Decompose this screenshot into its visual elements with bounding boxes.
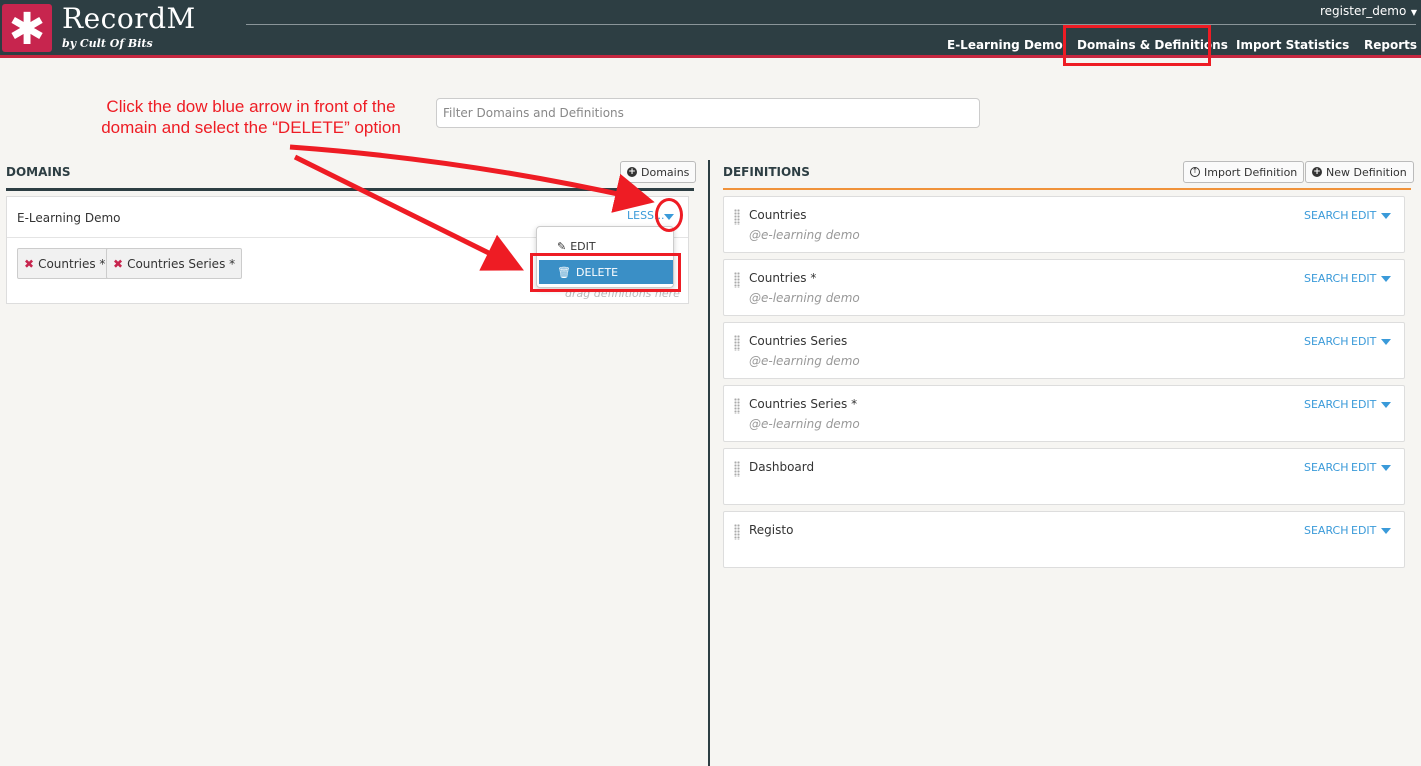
panel-divider	[708, 160, 710, 766]
drag-handle-icon[interactable]	[734, 398, 740, 414]
menu-item-edit[interactable]: ✎ EDIT	[557, 240, 596, 253]
annotation-text: Click the dow blue arrow in front of the…	[101, 97, 401, 137]
filter-input[interactable]	[436, 98, 980, 128]
remove-x-icon[interactable]: ✖	[24, 257, 34, 271]
user-menu[interactable]: register_demo ▼	[1320, 4, 1417, 18]
plus-circle-icon: +	[627, 167, 637, 177]
domain-tag[interactable]: ✖ Countries Series *	[106, 248, 243, 279]
app-tagline: by Cult Of Bits	[62, 37, 153, 50]
definition-search-link[interactable]: SEARCH	[1304, 209, 1349, 222]
domains-rule	[6, 188, 694, 191]
remove-x-icon[interactable]: ✖	[113, 257, 123, 271]
new-definition-label: New Definition	[1326, 165, 1407, 179]
definition-card: Countries @e-learning demo SEARCH EDIT	[723, 196, 1405, 253]
nav-e-learning-demo[interactable]: E-Learning Demo	[947, 38, 1063, 52]
definition-card: Registo SEARCH EDIT	[723, 511, 1405, 568]
import-icon: ↑	[1190, 167, 1200, 177]
drag-handle-icon[interactable]	[734, 272, 740, 288]
definition-edit-link[interactable]: EDIT	[1351, 272, 1376, 285]
domain-tag-label: Countries *	[38, 256, 106, 271]
user-name: register_demo	[1319, 4, 1407, 18]
definition-card: Countries Series @e-learning demo SEARCH…	[723, 322, 1405, 379]
definition-domain: @e-learning demo	[749, 291, 860, 305]
drag-handle-icon[interactable]	[734, 524, 740, 540]
definition-name[interactable]: Countries	[749, 208, 807, 222]
definition-domain: @e-learning demo	[749, 228, 860, 242]
definition-edit-link[interactable]: EDIT	[1351, 398, 1376, 411]
add-domain-label: Domains	[641, 165, 690, 179]
definition-edit-link[interactable]: EDIT	[1351, 209, 1376, 222]
drag-handle-icon[interactable]	[734, 209, 740, 225]
definition-search-link[interactable]: SEARCH	[1304, 272, 1349, 285]
chevron-down-icon[interactable]	[1381, 528, 1391, 534]
plus-circle-icon: +	[1312, 167, 1322, 177]
definition-card: Countries Series * @e-learning demo SEAR…	[723, 385, 1405, 442]
definition-name[interactable]: Countries *	[749, 271, 816, 285]
definition-name[interactable]: Countries Series	[749, 334, 847, 348]
definition-edit-link[interactable]: EDIT	[1351, 335, 1376, 348]
import-definition-label: Import Definition	[1204, 165, 1298, 179]
definition-name[interactable]: Dashboard	[749, 460, 814, 474]
definition-domain: @e-learning demo	[749, 417, 860, 431]
chevron-down-icon[interactable]	[1381, 465, 1391, 471]
app-brand[interactable]: RecordM	[62, 2, 196, 35]
definition-card: Countries * @e-learning demo SEARCH EDIT	[723, 259, 1405, 316]
definition-edit-link[interactable]: EDIT	[1351, 524, 1376, 537]
asterisk-icon[interactable]: ✱	[2, 4, 52, 55]
chevron-down-icon[interactable]	[1381, 213, 1391, 219]
definition-search-link[interactable]: SEARCH	[1304, 398, 1349, 411]
nav-reports[interactable]: Reports	[1364, 38, 1417, 52]
definition-name[interactable]: Countries Series *	[749, 397, 857, 411]
drag-handle-icon[interactable]	[734, 335, 740, 351]
chevron-down-icon[interactable]	[1381, 339, 1391, 345]
domain-tag[interactable]: ✖ Countries *	[17, 248, 113, 279]
definitions-title: DEFINITIONS	[723, 165, 810, 179]
menu-edit-label: EDIT	[570, 240, 596, 253]
annotation-highlight-nav	[1063, 25, 1211, 66]
chevron-down-icon[interactable]	[1381, 402, 1391, 408]
domain-tag-label: Countries Series *	[127, 256, 236, 271]
add-domain-button[interactable]: + Domains	[620, 161, 697, 183]
pencil-icon: ✎	[557, 240, 567, 253]
chevron-down-icon[interactable]	[1381, 276, 1391, 282]
definition-search-link[interactable]: SEARCH	[1304, 524, 1349, 537]
nav-import-statistics[interactable]: Import Statistics	[1236, 38, 1349, 52]
domain-name[interactable]: E-Learning Demo	[17, 211, 120, 225]
domains-title: DOMAINS	[6, 165, 71, 179]
definition-edit-link[interactable]: EDIT	[1351, 461, 1376, 474]
import-definition-button[interactable]: ↑ Import Definition	[1183, 161, 1305, 183]
new-definition-button[interactable]: + New Definition	[1305, 161, 1414, 183]
drag-handle-icon[interactable]	[734, 461, 740, 477]
definition-card: Dashboard SEARCH EDIT	[723, 448, 1405, 505]
annotation-highlight-delete	[530, 253, 681, 292]
chevron-down-icon: ▼	[1408, 8, 1417, 17]
arrow-to-caret	[289, 144, 655, 213]
definition-name[interactable]: Registo	[749, 523, 793, 537]
definition-search-link[interactable]: SEARCH	[1304, 461, 1349, 474]
definition-domain: @e-learning demo	[749, 354, 860, 368]
annotation-highlight-caret	[655, 198, 683, 232]
definitions-rule	[723, 188, 1411, 190]
header-divider	[246, 24, 1416, 25]
definition-search-link[interactable]: SEARCH	[1304, 335, 1349, 348]
